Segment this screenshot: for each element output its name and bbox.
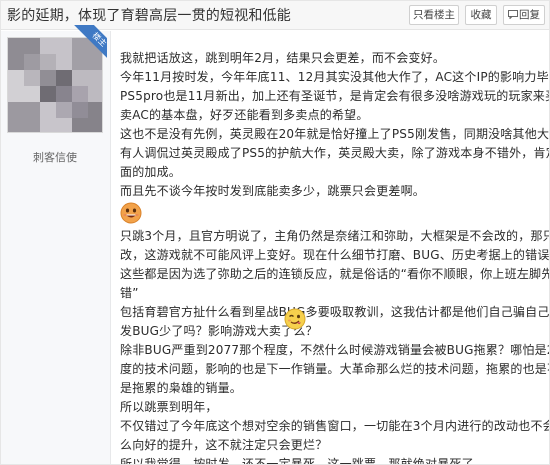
post-line: 面的加成。 — [120, 165, 182, 179]
emoji-spacer — [120, 201, 542, 227]
post-line: 所以我觉得，按时发，还不一定暴死，这一跳票，那就绝对暴死了。 — [120, 457, 487, 465]
post-text: 我就把话放这，跳到明年2月，结果只会更差，而不会变好。 今年11月按时发，今年年… — [120, 49, 550, 465]
post-line: 改，这游戏就不可能风评上变好。现在什么细节打磨、BUG、历史考据上的错误被挑出来… — [120, 248, 550, 262]
post-line: 除非BUG严重到2077那个程度，不然什么时候游戏销量会被BUG拖累？哪怕是20… — [120, 343, 550, 357]
reply-label: 回复 — [519, 9, 540, 21]
author-corner-badge: 楼主 — [67, 25, 107, 65]
post-body: 我就把话放这，跳到明年2月，结果只会更差，而不会变好。 今年11月按时发，今年年… — [120, 49, 550, 465]
reply-button[interactable]: 回复 — [503, 5, 545, 25]
author-sidebar: 楼主 刺客信使 — [1, 25, 111, 464]
post-line: 卖AC的基本盘，好歹还能看到多卖点的希望。 — [120, 108, 369, 122]
post-line: 今年11月按时发，今年年底11、12月其实没其他大作了，AC这个IP的影响力毕竟… — [120, 70, 550, 84]
username[interactable]: 刺客信使 — [7, 149, 103, 165]
post-line: 发BUG少了吗？影响游戏大卖了么？ — [120, 324, 318, 338]
favorite-button[interactable]: 收藏 — [465, 5, 497, 25]
post-line: 度的技术问题，影响的也是下一作销量。大革命那么烂的技术问题，拖累的也是不自己，而 — [120, 362, 549, 376]
post-line: 有人调侃过英灵殿成了PS5的护航大作，英灵殿大卖，除了游戏本身不错外，肯定也有这… — [120, 146, 549, 160]
post-line: 这也不是没有先例，英灵殿在20年就是恰好撞上了PS5刚发售，同期没啥其他大作，当… — [120, 127, 550, 141]
thread-title: 影的延期，体现了育碧高层一贯的短视和低能 — [7, 8, 291, 24]
post-line: 么向好的提升，这不就注定只会更烂？ — [120, 438, 328, 452]
post-line: 只跳3个月，且官方明说了，主角仍然是奈绪江和弥助，大框架是不会改的，那只要弥助不 — [120, 229, 549, 243]
owner-only-button[interactable]: 只看楼主 — [409, 5, 459, 25]
post-line: 错” — [120, 286, 139, 300]
post-line: 是拖累的枭雄的销量。 — [120, 381, 243, 395]
grin-emoji-icon — [120, 202, 142, 224]
wink-emoji-icon — [284, 308, 306, 330]
post-line: 包括育碧官方扯什么看到星战BUG多要吸取教训，这我估计都是他们自己骗自己，英灵殿… — [120, 305, 550, 319]
post-line: PS5pro也是11月新出，加上还有圣诞节，是肯定会有很多没啥游戏玩的玩家来买的… — [120, 89, 549, 103]
post-line: 不仅错过了今年底这个想对空余的销售窗口，一切能在3个月内进行的改动也不会让游戏有… — [120, 419, 549, 433]
post-line: 所以跳票到明年， — [120, 400, 218, 414]
post-line: 我就把话放这，跳到明年2月，结果只会更差，而不会变好。 — [120, 51, 446, 65]
reply-icon — [508, 7, 518, 20]
post-line: 这些都是因为选了弥助之后的连锁反应，就是俗话的“看你不顺眼，你上班左脚先进门也是 — [120, 267, 549, 281]
post-line: 而且先不谈今年按时发到底能卖多少，跳票只会更差啊。 — [120, 184, 426, 198]
author-badge: 楼主 — [72, 25, 107, 65]
forum-post-page: 影的延期，体现了育碧高层一贯的短视和低能 只看楼主 收藏 回复 楼主 刺客信使 … — [0, 0, 550, 465]
